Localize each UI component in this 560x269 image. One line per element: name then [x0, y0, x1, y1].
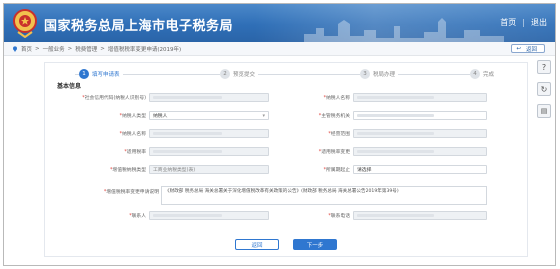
breadcrumb-item[interactable]: 首页 [21, 45, 32, 53]
field-label: *社会信用代码(纳税人识别号) [82, 96, 146, 101]
tax-rate-input[interactable] [149, 147, 269, 156]
business-scope-input[interactable] [353, 129, 487, 138]
field-label: *纳税人名称 [119, 132, 146, 137]
logout-link[interactable]: 退出 [531, 17, 547, 28]
tax-rate-field: *适用税率 [55, 147, 269, 156]
app-window: 国家税务总局上海市电子税务局 首页 | 退出 首页 > 一般业务 > 税费管理 > 增… [3, 3, 556, 266]
rate-change-input[interactable] [353, 147, 487, 156]
tax-emblem-icon [13, 9, 37, 38]
field-label: *联系电话 [328, 214, 350, 219]
contact-field: *联系人 [55, 211, 269, 220]
right-taxpayer-name-input[interactable] [353, 93, 487, 102]
back-button-label: 返回 [525, 46, 537, 53]
notes-tool[interactable]: ▤ [537, 104, 551, 118]
field-label: *纳税人名称 [323, 96, 350, 101]
document-icon: ▤ [540, 107, 548, 115]
breadcrumb-item[interactable]: 税费管理 [75, 45, 97, 53]
taxpayer-name-field: *纳税人名称 [55, 129, 269, 138]
site-title: 国家税务总局上海市电子税务局 [44, 19, 234, 34]
rate-change-field: *适用税率变更 [281, 147, 487, 156]
field-label: *纳税人类型 [119, 114, 146, 119]
step-label: 填写申请表 [92, 72, 120, 78]
side-toolbar: ? ↻ ▤ [532, 56, 555, 265]
period-start-field: *所属期起止 请选择 [281, 165, 487, 174]
breadcrumb: 首页 > 一般业务 > 税费管理 > 增值税税率变更申请(2019年) ↩ 返回 [4, 42, 555, 56]
field-label: *适用税率 [124, 150, 146, 155]
step-number: 2 [220, 69, 230, 79]
step-preview: 2 预览提交 [220, 69, 259, 79]
step-number: 3 [360, 69, 370, 79]
home-link[interactable]: 首页 [500, 17, 516, 28]
step-label: 预览提交 [233, 72, 256, 78]
step-complete: 4 完成 [470, 69, 498, 79]
remark-textarea[interactable]: 《财政部 税务总局 海关总署关于深化增值税改革有关政策的公告》(财政部 税务总局… [161, 186, 487, 205]
step-label: 完成 [483, 72, 495, 78]
step-label: 税局办理 [373, 72, 396, 78]
business-scope-field: *经营范围 [281, 129, 487, 138]
step-number: 4 [470, 69, 480, 79]
section-title: 基本信息 [57, 83, 82, 90]
refresh-icon: ↻ [540, 84, 548, 94]
return-arrow-icon: ↩ [516, 45, 521, 52]
phone-input[interactable] [353, 211, 487, 220]
question-icon: ? [541, 62, 547, 72]
taxpayer-type-select[interactable]: 纳税人 ▾ [149, 111, 269, 120]
tax-authority-field: *主管税务机关 [281, 111, 487, 120]
vat-type-input[interactable]: 工商业纳税类型(表) [149, 165, 269, 174]
breadcrumb-item[interactable]: 一般业务 [43, 45, 65, 53]
step-number: 1 [79, 69, 89, 79]
tax-authority-select[interactable] [353, 111, 487, 120]
step-processing: 3 税局办理 [360, 69, 399, 79]
right-taxpayer-name-field: *纳税人名称 [281, 93, 487, 102]
breadcrumb-sep: > [35, 45, 40, 52]
field-label: *增值税纳税类型 [110, 168, 146, 173]
application-form-panel: 1 填写申请表 2 预览提交 3 税局办理 4 完成 基本信息 *社会信用代码(… [44, 62, 528, 257]
field-label: *所属期起止 [323, 168, 350, 173]
header-divider: | [522, 18, 525, 27]
phone-field: *联系电话 [281, 211, 487, 220]
header-links: 首页 | 退出 [500, 17, 547, 28]
form-actions: 返回 下一步 [235, 239, 337, 250]
breadcrumb-sep: > [100, 45, 105, 52]
period-start-select[interactable]: 请选择 [353, 165, 487, 174]
progress-steps: 1 填写申请表 2 预览提交 3 税局办理 4 完成 [65, 69, 505, 81]
credit-code-input[interactable] [149, 93, 269, 102]
chevron-down-icon: ▾ [262, 112, 265, 119]
field-label: *联系人 [129, 214, 146, 219]
field-label: *经营范围 [328, 132, 350, 137]
return-button[interactable]: 返回 [235, 239, 279, 250]
vat-type-field: *增值税纳税类型 工商业纳税类型(表) [55, 165, 269, 174]
contact-input[interactable] [149, 211, 269, 220]
skyline-decoration [304, 18, 504, 42]
field-label: *主管税务机关 [318, 114, 350, 119]
refresh-tool[interactable]: ↻ [537, 82, 551, 96]
breadcrumb-current: 增值税税率变更申请(2019年) [107, 46, 182, 53]
breadcrumb-sep: > [67, 45, 73, 52]
help-tool[interactable]: ? [537, 60, 551, 74]
next-step-button[interactable]: 下一步 [293, 239, 337, 250]
credit-code-field: *社会信用代码(纳税人识别号) [55, 93, 269, 102]
steps-line [75, 74, 495, 75]
site-header: 国家税务总局上海市电子税务局 首页 | 退出 [4, 4, 555, 42]
back-button[interactable]: ↩ 返回 [511, 44, 545, 53]
field-label: *适用税率变更 [318, 150, 350, 155]
step-fill-form: 1 填写申请表 [79, 69, 123, 79]
taxpayer-type-field: *纳税人类型 纳税人 ▾ [55, 111, 269, 120]
taxpayer-name-input[interactable] [149, 129, 269, 138]
remark-label: *增值税税率变更申请说明 [103, 190, 159, 195]
location-pin-icon [13, 45, 17, 52]
